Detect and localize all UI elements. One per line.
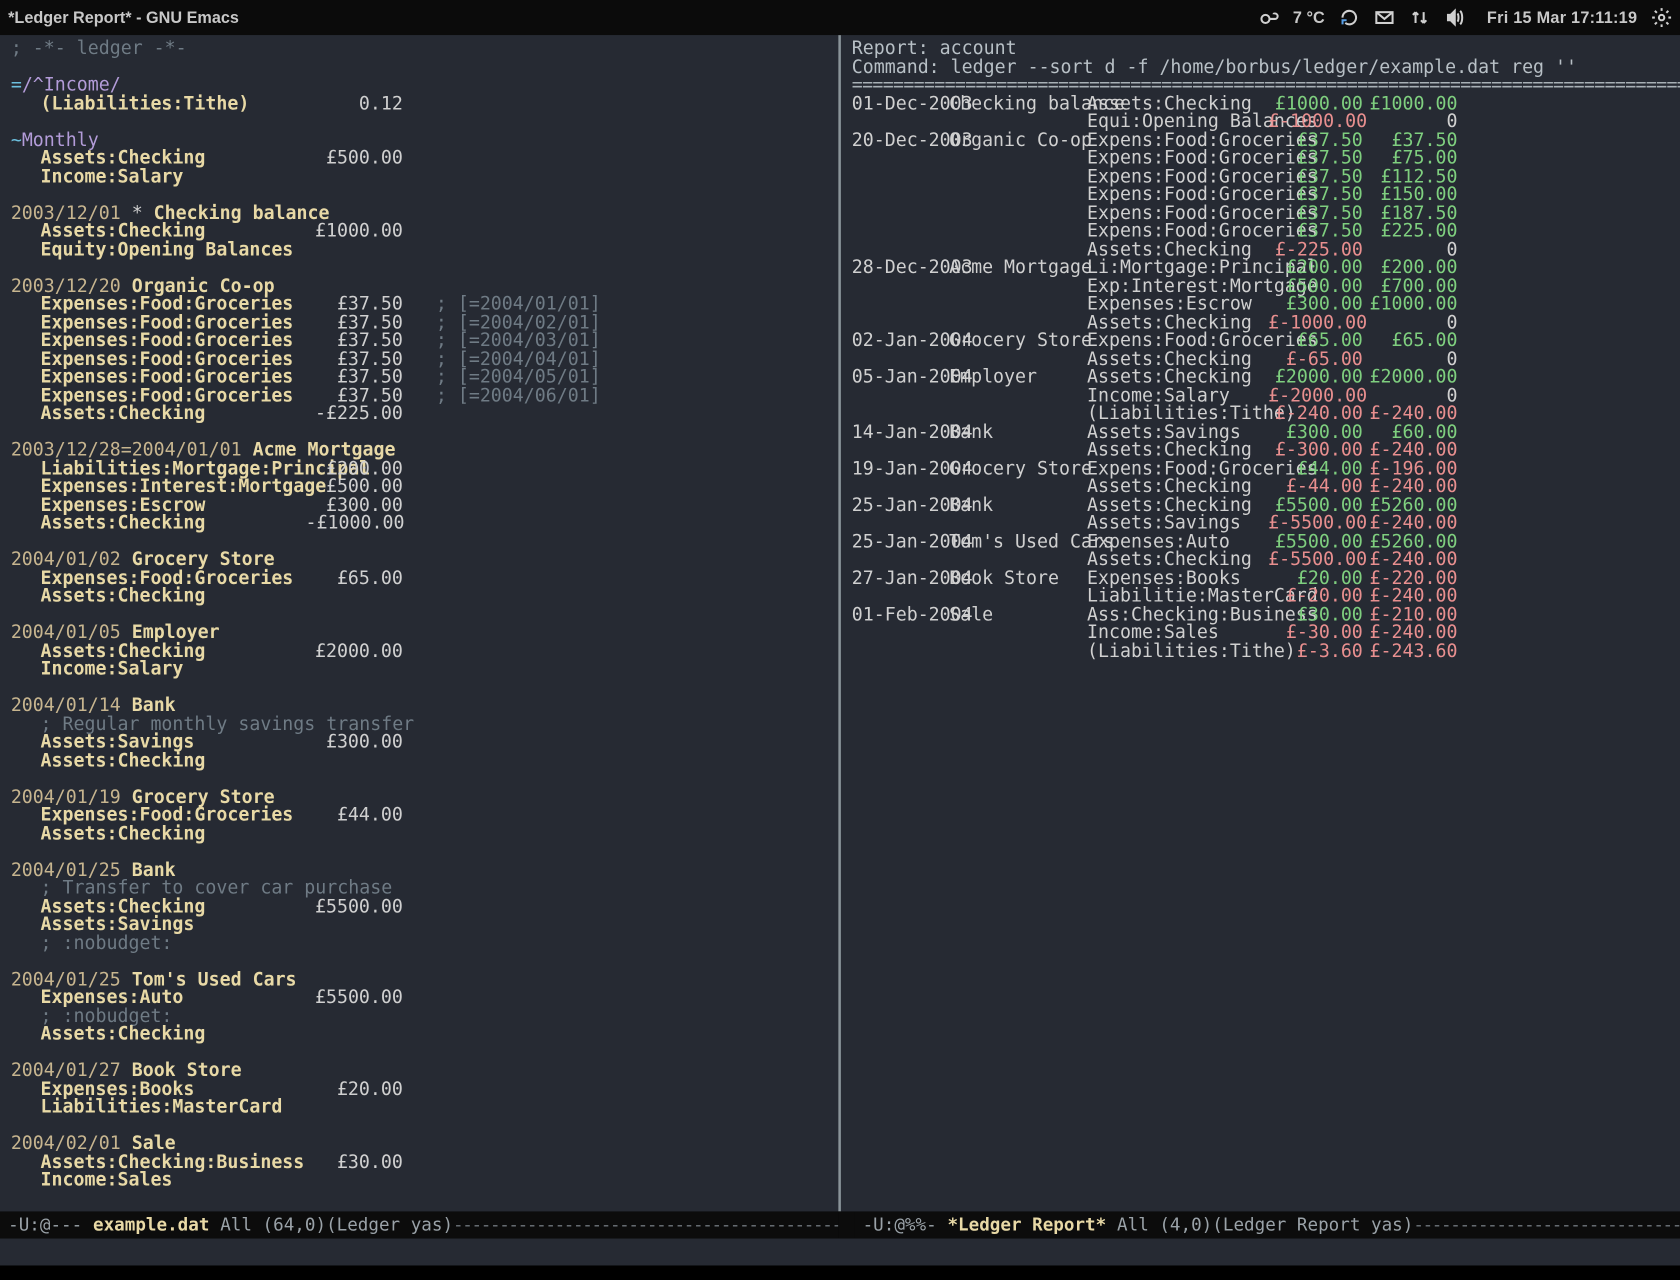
buffer-name: *Ledger Report* — [947, 1215, 1106, 1235]
mode-line-right[interactable]: -U:@%%- *Ledger Report* All (4,0) (Ledge… — [854, 1211, 1680, 1238]
volume-icon[interactable] — [1444, 7, 1466, 29]
source-line — [11, 114, 828, 132]
source-line: Income:Salary — [11, 168, 828, 186]
report-row: 25-Jan-2004BankAssets:Checking£5500.00£5… — [852, 497, 1670, 515]
source-line: (Liabilities:Tithe)0.12 — [11, 95, 828, 113]
source-line: Income:Salary — [11, 661, 828, 679]
desktop-panel: *Ledger Report* - GNU Emacs 7 °C Fri 15 … — [0, 0, 1680, 35]
weather-temp: 7 °C — [1293, 8, 1325, 27]
report-row: 02-Jan-2004Grocery StoreExpens:Food:Groc… — [852, 333, 1670, 351]
window-title: *Ledger Report* - GNU Emacs — [8, 8, 239, 27]
buffer-name: example.dat — [93, 1215, 209, 1235]
report-row: 14-Jan-2004BankAssets:Savings£300.00£60.… — [852, 424, 1670, 442]
source-line: Liabilities:MasterCard — [11, 1099, 828, 1117]
network-icon[interactable] — [1409, 7, 1431, 29]
system-tray: 7 °C Fri 15 Mar 17:11:19 — [1258, 7, 1673, 29]
source-line: Equity:Opening Balances — [11, 241, 828, 259]
emacs-frame: ; -*- ledger -*- = /^Income/(Liabilities… — [0, 35, 1680, 1211]
report-row: 25-Jan-2004Tom's Used CarsExpenses:Auto£… — [852, 533, 1670, 551]
ledger-report-pane[interactable]: Report: accountCommand: ledger --sort d … — [841, 35, 1680, 1211]
buffer-position: All (64,0) — [220, 1215, 326, 1235]
source-line — [11, 59, 828, 77]
source-line: ; :nobudget: — [11, 935, 828, 953]
buffer-position: All (4,0) — [1117, 1215, 1212, 1235]
source-line: Assets:Checking-£225.00 — [11, 406, 828, 424]
mail-icon[interactable] — [1373, 7, 1395, 29]
source-line: ; -*- ledger -*- — [11, 41, 828, 59]
source-line: Assets:Checking — [11, 825, 828, 843]
report-row: 05-Jan-2004EmployerAssets:Checking£2000.… — [852, 369, 1670, 387]
refresh-icon[interactable] — [1338, 7, 1360, 29]
weather-icon — [1258, 7, 1280, 29]
report-row: 19-Jan-2004Grocery StoreExpens:Food:Groc… — [852, 460, 1670, 478]
report-row: Exp:Interest:Mortgage£500.00£700.00 — [852, 278, 1670, 296]
source-line: Assets:Checking-£1000.00 — [11, 515, 828, 533]
source-line: Assets:Checking — [11, 752, 828, 770]
major-mode: (Ledger Report yas) — [1212, 1215, 1413, 1235]
source-line: Assets:Checking — [11, 588, 828, 606]
report-row: (Liabilities:Tithe)£-3.60£-243.60 — [852, 643, 1670, 661]
modeline-state: -U:@%%- — [863, 1215, 937, 1235]
source-line: Income:Sales — [11, 1172, 828, 1190]
mode-lines: -U:@--- example.dat All (64,0) (Ledger y… — [0, 1211, 1680, 1238]
modeline-fill: ----------------------------------------… — [453, 1215, 838, 1235]
ledger-source-pane[interactable]: ; -*- ledger -*- = /^Income/(Liabilities… — [0, 35, 838, 1211]
clock: Fri 15 Mar 17:11:19 — [1487, 8, 1637, 27]
source-line — [11, 1190, 828, 1208]
report-row: Expens:Food:Groceries£37.50£225.00 — [852, 223, 1670, 241]
modeline-fill: ----------------------------------------… — [1413, 1215, 1680, 1235]
mode-line-left[interactable]: -U:@--- example.dat All (64,0) (Ledger y… — [0, 1211, 838, 1238]
minibuffer[interactable] — [0, 1238, 1680, 1265]
source-line: Assets:Checking — [11, 1026, 828, 1044]
major-mode: (Ledger yas) — [326, 1215, 453, 1235]
modeline-state: -U:@--- — [8, 1215, 82, 1235]
report-row: 01-Feb-2004SaleAss:Checking:Business£30.… — [852, 606, 1670, 624]
settings-icon[interactable] — [1651, 7, 1673, 29]
report-row: Expenses:Escrow£300.00£1000.00 — [852, 296, 1670, 314]
